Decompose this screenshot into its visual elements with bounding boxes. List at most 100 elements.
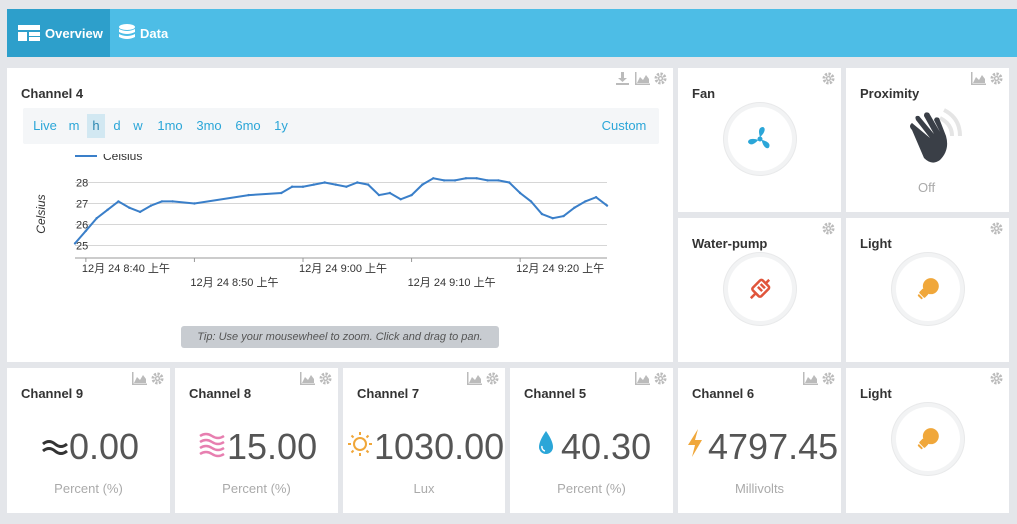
gear-icon[interactable]: [654, 72, 667, 85]
data-point: [442, 179, 446, 182]
pump-icon: [749, 278, 771, 300]
data-point: [562, 214, 565, 218]
chart-icon[interactable]: [300, 372, 315, 385]
data-point: [410, 193, 413, 197]
gear-icon[interactable]: [990, 222, 1003, 235]
lightbulb-icon: [917, 428, 939, 450]
gear-icon[interactable]: [990, 72, 1003, 85]
value-text: 15.00: [227, 426, 318, 467]
tab-overview-label: Overview: [45, 25, 103, 41]
gear-icon[interactable]: [486, 372, 499, 385]
gear-icon[interactable]: [822, 372, 835, 385]
range-1mo[interactable]: 1mo: [155, 108, 185, 144]
water-drop-icon: [539, 431, 553, 454]
card-tools: [822, 222, 835, 235]
fan-toggle-button[interactable]: [728, 107, 792, 171]
water-pump-card: Water-pump: [678, 218, 841, 362]
card-title: Channel 8: [189, 386, 252, 401]
data-point: [290, 185, 294, 188]
card-tools: [300, 372, 332, 385]
lightbulb-icon: [917, 278, 939, 300]
range-live[interactable]: Live: [31, 108, 59, 144]
line-chart[interactable]: 25262728CelsiusCelsius12月 24 8:40 上午12月 …: [7, 154, 673, 314]
chart-icon[interactable]: [132, 372, 147, 385]
y-tick-label: 27: [76, 199, 88, 211]
range-hour[interactable]: h: [87, 114, 105, 138]
data-point: [432, 177, 435, 180]
chart-icon[interactable]: [971, 72, 986, 85]
range-minute[interactable]: m: [67, 108, 81, 144]
range-day[interactable]: d: [110, 108, 124, 144]
range-week[interactable]: w: [129, 108, 147, 144]
gear-icon[interactable]: [151, 372, 164, 385]
y-axis-label: Celsius: [34, 194, 48, 233]
unit-label: Percent (%): [222, 481, 291, 496]
light-card: Light: [846, 368, 1009, 513]
data-point: [421, 183, 424, 186]
chart-icon[interactable]: [467, 372, 482, 385]
data-point: [540, 212, 544, 216]
gear-icon[interactable]: [822, 222, 835, 235]
range-3mo[interactable]: 3mo: [193, 108, 225, 144]
data-point: [312, 183, 316, 186]
light-toggle-button[interactable]: [896, 257, 960, 321]
proximity-card: Proximity Off: [846, 68, 1009, 212]
gear-icon[interactable]: [319, 372, 332, 385]
data-point: [573, 206, 576, 209]
tab-overview[interactable]: Overview: [7, 9, 110, 57]
proximity-state: Off: [918, 180, 936, 195]
data-point: [160, 200, 164, 203]
data-point: [464, 177, 468, 180]
data-point: [508, 181, 511, 184]
gear-icon[interactable]: [654, 372, 667, 385]
range-6mo[interactable]: 6mo: [232, 108, 264, 144]
data-point: [138, 210, 142, 214]
value-text: 4797.45: [708, 426, 839, 467]
value-text: 0.00: [69, 426, 140, 467]
light-toggle-button[interactable]: [896, 407, 960, 471]
chart-icon[interactable]: [635, 72, 650, 85]
series-line-celsius: [74, 177, 608, 245]
data-point: [128, 206, 131, 209]
card-title: Light: [860, 236, 892, 251]
range-1y[interactable]: 1y: [271, 108, 291, 144]
data-point: [388, 191, 392, 195]
gear-icon[interactable]: [990, 372, 1003, 385]
gear-icon[interactable]: [822, 72, 835, 85]
card-title: Light: [860, 386, 892, 401]
data-point: [334, 183, 337, 186]
data-point: [605, 204, 609, 207]
water-pump-toggle-button[interactable]: [728, 257, 792, 321]
download-icon[interactable]: [616, 72, 629, 85]
time-range-bar: Live m h d w 1mo 3mo 6mo 1y Custom: [23, 108, 659, 144]
card-title: Proximity: [860, 86, 920, 101]
data-point: [399, 198, 402, 201]
data-point: [518, 191, 522, 195]
card-tools: [971, 72, 1003, 85]
data-point: [280, 191, 283, 195]
card-tools: [132, 372, 164, 385]
legend-label: Celsius: [103, 154, 142, 163]
range-custom[interactable]: Custom: [597, 108, 651, 144]
x-tick-label: 12月 24 9:20 上午: [516, 262, 604, 275]
card-title: Channel 9: [21, 386, 84, 401]
card-tools: [635, 372, 667, 385]
card-tools: [803, 372, 835, 385]
fan-card: Fan: [678, 68, 841, 212]
top-nav-bar: Overview Data: [7, 9, 1017, 57]
card-title: Channel 5: [524, 386, 587, 401]
data-point: [486, 179, 489, 182]
value-card-channel-8: Channel 8 15.00 Percent (%): [175, 368, 338, 513]
tab-data[interactable]: Data: [119, 9, 168, 57]
data-point: [594, 196, 598, 199]
chart-icon[interactable]: [803, 372, 818, 385]
card-title: Channel 4: [21, 86, 84, 101]
data-point: [584, 200, 587, 203]
unit-label: Millivolts: [734, 481, 785, 496]
chart-icon[interactable]: [635, 372, 650, 385]
dashboard-icon: [18, 25, 40, 41]
data-point: [475, 177, 478, 180]
value-text: 40.30: [561, 426, 652, 467]
humidity-waves-icon: [199, 432, 225, 458]
card-tools: [467, 372, 499, 385]
